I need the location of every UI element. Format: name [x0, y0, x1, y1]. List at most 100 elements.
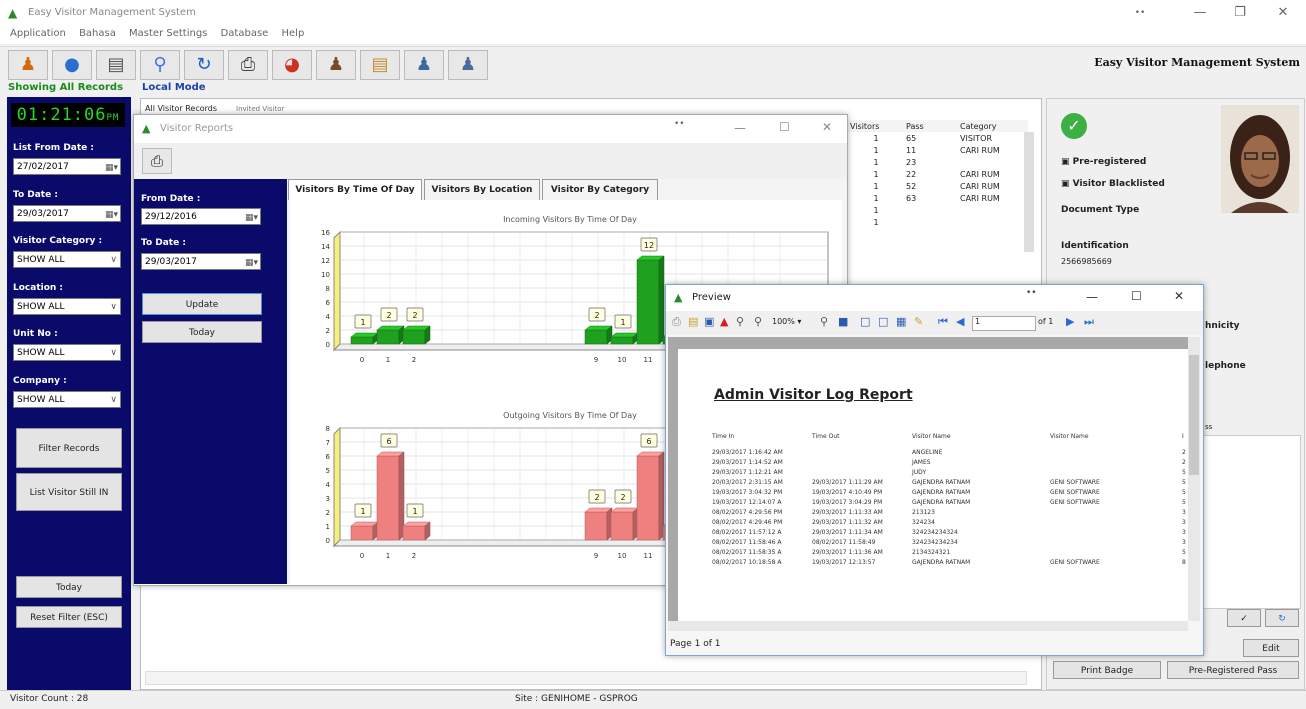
sidebar-today-button[interactable]: Today [16, 576, 122, 598]
zoom-in-icon[interactable]: ⚲ [820, 315, 828, 328]
table-row[interactable]: 1 11 CARI RUM [848, 144, 1028, 156]
minimize-button[interactable]: — [1185, 4, 1215, 22]
visitor-out-icon[interactable]: ♟ [448, 50, 488, 80]
page-setup-icon[interactable]: ▦ [896, 315, 906, 328]
pdf-export-icon[interactable]: ▲ [720, 315, 728, 328]
report-from-date-field[interactable]: 29/12/2016 ▦▾ [141, 208, 261, 225]
calendar-icon[interactable]: ▦▾ [105, 207, 118, 224]
mode-status: Local Mode [142, 82, 206, 93]
restore-button[interactable]: ❐ [1225, 4, 1255, 22]
bar [350, 525, 374, 541]
multi-page-icon[interactable]: □ [878, 315, 888, 328]
calendar-icon[interactable]: ▦▾ [245, 255, 258, 272]
table-row[interactable]: 1 [848, 204, 1028, 216]
open-folder-icon[interactable]: ▤ [688, 315, 698, 328]
report-to-date-field[interactable]: 29/03/2017 ▦▾ [141, 253, 261, 270]
page-view-icon[interactable]: ■ [838, 315, 848, 328]
maximize-button[interactable]: ☐ [1131, 289, 1142, 303]
scrollbar-thumb[interactable] [1189, 355, 1199, 475]
reports-pie-icon[interactable]: ◕ [272, 50, 312, 80]
tab-invited-visitor[interactable]: Invited Visitor [236, 105, 284, 113]
to-date-field[interactable]: 29/03/2017 ▦▾ [13, 205, 121, 222]
unit-no-select[interactable]: SHOW ALL ∨ [13, 344, 121, 361]
table-row[interactable]: 1 23 [848, 156, 1028, 168]
last-page-icon[interactable]: ⏭ [1084, 315, 1094, 329]
report-today-button[interactable]: Today [142, 321, 262, 343]
list-visitor-still-in-button[interactable]: List Visitor Still IN [16, 473, 122, 511]
menu-bahasa[interactable]: Bahasa [79, 28, 116, 39]
table-row[interactable]: 1 [848, 216, 1028, 228]
more-icon[interactable]: •• [1026, 288, 1037, 298]
first-page-icon[interactable]: ⏮ [938, 315, 948, 329]
menu-help[interactable]: Help [282, 28, 305, 39]
blacklisted-checkbox[interactable]: ▣ Visitor Blacklisted [1061, 179, 1165, 189]
preview-horizontal-scrollbar[interactable] [668, 621, 1188, 631]
print-icon[interactable]: ⎙ [228, 50, 268, 80]
data-label: 1 [360, 318, 365, 327]
bar [350, 336, 374, 345]
find-icon[interactable]: ⚲ [736, 315, 744, 328]
calendar-icon[interactable]: ▦▾ [245, 210, 258, 227]
print-icon[interactable]: ⎙ [672, 315, 681, 329]
company-select[interactable]: SHOW ALL ∨ [13, 391, 121, 408]
tab-visitors-by-location[interactable]: Visitors By Location [424, 179, 540, 201]
records-table: Visitors Pass Category 1 65 VISITOR 1 11 CAR… [848, 120, 1028, 228]
table-row[interactable]: 1 52 CARI RUM [848, 180, 1028, 192]
visitor-in-icon[interactable]: ♟ [8, 50, 48, 80]
menu-database[interactable]: Database [221, 28, 269, 39]
previous-page-icon[interactable]: ◀ [956, 315, 964, 328]
zoom-icon[interactable]: ⚲ [754, 315, 762, 328]
confirm-button[interactable]: ✓ [1227, 609, 1261, 627]
guard-icon[interactable]: ♟ [404, 50, 444, 80]
table-row[interactable]: 1 63 CARI RUM [848, 192, 1028, 204]
more-icon[interactable]: •• [674, 119, 685, 129]
close-button[interactable]: ✕ [1268, 4, 1298, 22]
menu-master-settings[interactable]: Master Settings [129, 28, 207, 39]
reset-filter-button[interactable]: Reset Filter (ESC) [16, 606, 122, 628]
table-row[interactable]: 1 65 VISITOR [848, 132, 1028, 144]
close-button[interactable]: ✕ [822, 120, 832, 134]
preview-vertical-scrollbar[interactable] [1188, 337, 1200, 621]
bar [636, 259, 660, 345]
list-from-date-field[interactable]: 27/02/2017 ▦▾ [13, 158, 121, 175]
save-icon[interactable]: ▣ [704, 315, 714, 328]
pre-registered-checkbox[interactable]: ▣ Pre-registered [1061, 157, 1146, 167]
column-header-pass[interactable]: Pass [904, 120, 958, 132]
tab-all-visitor-records[interactable]: All Visitor Records [145, 104, 217, 113]
menu-application[interactable]: Application [10, 28, 66, 39]
tab-visitors-by-time-of-day[interactable]: Visitors By Time Of Day [288, 179, 422, 200]
more-icon[interactable]: •• [1125, 4, 1155, 22]
calendar-icon[interactable]: ▦▾ [105, 160, 118, 177]
location-select[interactable]: SHOW ALL ∨ [13, 298, 121, 315]
id-card-icon[interactable]: ▤ [96, 50, 136, 80]
next-page-icon[interactable]: ▶ [1066, 315, 1074, 328]
print-badge-button[interactable]: Print Badge [1053, 661, 1161, 679]
zoom-level-select[interactable]: 100% ▾ [772, 317, 801, 326]
minimize-button[interactable]: — [1086, 290, 1098, 304]
page-number-input[interactable]: 1 [972, 316, 1036, 331]
filter-records-button[interactable]: Filter Records [16, 428, 122, 468]
column-header-category[interactable]: Category [958, 120, 1028, 132]
y-tick-label: 3 [326, 495, 330, 503]
users-icon[interactable]: ♟ [316, 50, 356, 80]
update-button[interactable]: Update [142, 293, 262, 315]
table-scrollbar[interactable] [1024, 132, 1034, 252]
minimize-button[interactable]: — [734, 121, 746, 135]
globe-icon[interactable]: ● [52, 50, 92, 80]
edit-page-icon[interactable]: ✎ [914, 315, 923, 328]
close-button[interactable]: ✕ [1174, 289, 1184, 303]
single-page-icon[interactable]: □ [860, 315, 870, 328]
maximize-button[interactable]: ☐ [779, 120, 790, 134]
table-row[interactable]: 1 22 CARI RUM [848, 168, 1028, 180]
edit-button[interactable]: Edit [1243, 639, 1299, 657]
column-header-visitors[interactable]: Visitors [848, 120, 904, 132]
pre-registered-pass-button[interactable]: Pre-Registered Pass [1167, 661, 1299, 679]
horizontal-scrollbar[interactable] [145, 671, 1027, 685]
visitor-category-select[interactable]: SHOW ALL ∨ [13, 251, 121, 268]
search-icon[interactable]: ⚲ [140, 50, 180, 80]
refresh-icon[interactable]: ↻ [184, 50, 224, 80]
refresh-icon[interactable]: ↻ [1265, 609, 1299, 627]
print-icon[interactable]: ⎙ [142, 148, 172, 174]
notepad-icon[interactable]: ▤ [360, 50, 400, 80]
tab-visitor-by-category[interactable]: Visitor By Category [542, 179, 658, 201]
